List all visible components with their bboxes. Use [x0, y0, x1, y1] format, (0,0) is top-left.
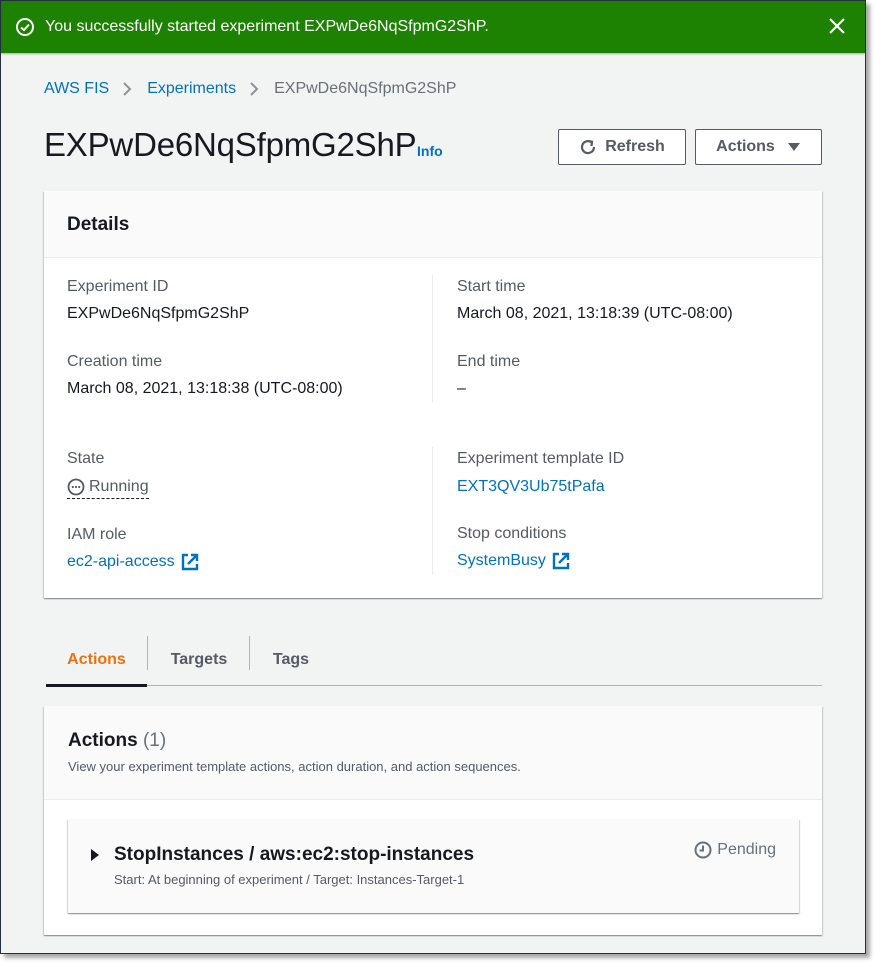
page-frame: You successfully started experiment EXPw…	[0, 0, 866, 954]
info-link[interactable]: Info	[417, 143, 443, 159]
column-divider	[432, 275, 433, 402]
end-time-value: –	[457, 380, 466, 397]
stop-conditions-link[interactable]: SystemBusy	[457, 551, 570, 571]
experiment-id-label: Experiment ID	[67, 278, 169, 295]
tab-actions[interactable]: Actions	[46, 635, 147, 685]
actions-title-text: Actions	[68, 730, 138, 751]
stop-conditions-value: SystemBusy	[457, 552, 546, 569]
iam-role-value: ec2-api-access	[67, 553, 175, 570]
actions-panel-title: Actions (1)	[68, 730, 166, 752]
in-progress-icon	[67, 478, 85, 496]
tab-divider	[249, 636, 250, 670]
flash-banner: You successfully started experiment EXPw…	[1, 1, 865, 53]
actions-panel-header: Actions (1) View your experiment templat…	[44, 706, 822, 800]
stop-conditions-label: Stop conditions	[457, 525, 567, 542]
iam-role-label: IAM role	[67, 526, 127, 543]
breadcrumb: AWS FIS Experiments EXPwDe6NqSfpmG2ShP	[44, 79, 456, 99]
start-time-label: Start time	[457, 278, 526, 295]
breadcrumb-current: EXPwDe6NqSfpmG2ShP	[274, 80, 457, 97]
action-item-status: Pending	[694, 841, 776, 859]
action-item[interactable]: StopInstances / aws:ec2:stop-instances S…	[68, 819, 799, 913]
external-link-icon	[552, 552, 570, 570]
details-panel: Details Experiment ID EXPwDe6NqSfpmG2ShP…	[44, 191, 822, 598]
action-item-status-text: Pending	[717, 841, 776, 858]
creation-time-label: Creation time	[67, 353, 163, 370]
actions-panel: Actions (1) View your experiment templat…	[44, 706, 822, 935]
actions-dropdown-button[interactable]: Actions	[695, 129, 822, 165]
breadcrumb-experiments[interactable]: Experiments	[147, 79, 236, 99]
check-circle-icon	[16, 18, 34, 36]
details-header: Details	[44, 191, 822, 258]
caret-right-icon[interactable]	[90, 849, 100, 861]
page-title: EXPwDe6NqSfpmG2ShP	[44, 126, 417, 163]
creation-time-value: March 08, 2021, 13:18:38 (UTC-08:00)	[67, 380, 343, 397]
breadcrumb-aws-fis[interactable]: AWS FIS	[44, 79, 109, 99]
tab-tags[interactable]: Tags	[251, 635, 331, 685]
end-time-label: End time	[457, 353, 521, 370]
flash-message: You successfully started experiment EXPw…	[45, 18, 489, 35]
details-title: Details	[67, 214, 130, 235]
refresh-label: Refresh	[605, 138, 665, 155]
state-label: State	[67, 450, 105, 467]
clock-icon	[694, 841, 712, 859]
chevron-right-icon	[115, 79, 141, 99]
start-time-value: March 08, 2021, 13:18:39 (UTC-08:00)	[457, 305, 733, 322]
chevron-right-icon	[242, 79, 268, 99]
template-id-link[interactable]: EXT3QV3Ub75tPafa	[457, 477, 605, 497]
column-divider	[432, 447, 433, 575]
template-id-label: Experiment template ID	[457, 450, 625, 467]
active-tab-indicator	[46, 684, 147, 687]
tab-bar: Actions Targets Tags	[46, 635, 822, 687]
actions-description: View your experiment template actions, a…	[68, 759, 521, 774]
state-status[interactable]: Running	[67, 478, 149, 499]
refresh-button[interactable]: Refresh	[558, 129, 686, 165]
caret-down-icon	[787, 143, 800, 151]
actions-count: (1)	[142, 730, 167, 751]
action-item-title[interactable]: StopInstances / aws:ec2:stop-instances	[114, 844, 474, 866]
iam-role-link[interactable]: ec2-api-access	[67, 552, 199, 572]
external-link-icon	[181, 553, 198, 571]
refresh-icon	[581, 139, 596, 155]
action-item-subtitle: Start: At beginning of experiment / Targ…	[114, 872, 465, 887]
close-icon[interactable]	[827, 16, 847, 36]
state-value: Running	[89, 478, 149, 495]
actions-label: Actions	[716, 138, 775, 155]
tab-targets[interactable]: Targets	[148, 635, 250, 685]
experiment-id-value: EXPwDe6NqSfpmG2ShP	[67, 305, 250, 322]
